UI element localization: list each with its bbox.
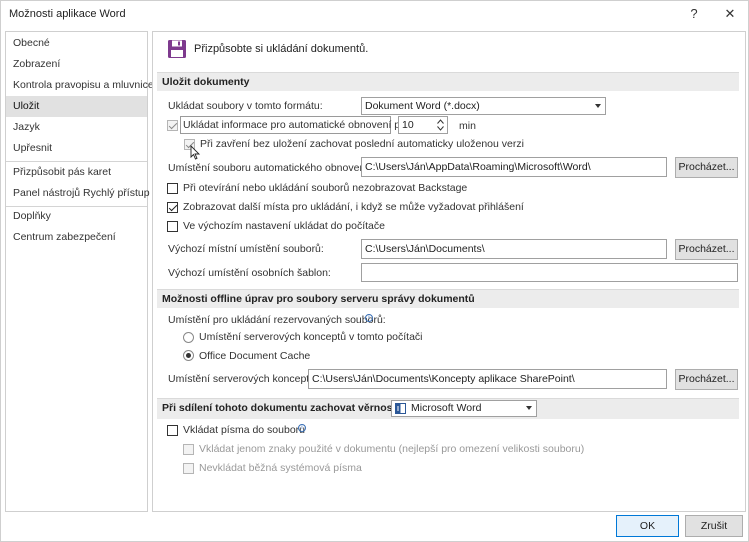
save-options-panel: Přizpůsobte si ukládání dokumentů. Uloži… [152,31,746,512]
chevron-down-icon [526,406,532,410]
info-icon: i [298,424,306,432]
word-document-icon [395,403,406,414]
page-title: Přizpůsobte si ukládání dokumentů. [194,43,369,55]
word-options-dialog: Možnosti aplikace Word ? ✕ Obecné Zobraz… [0,0,749,542]
server-drafts-radio-label: Umístění serverových konceptů v tomto po… [199,331,423,343]
browse-server-drafts-button[interactable]: Procházet... [675,369,738,390]
ok-button[interactable]: OK [616,515,679,537]
autorecover-minutes-spinner[interactable]: 10 [398,116,448,134]
section-header-save-documents: Uložit dokumenty [157,72,739,91]
sidebar-item-language[interactable]: Jazyk [6,117,147,138]
info-icon: i [365,314,373,322]
help-icon[interactable]: ? [681,4,707,24]
save-format-dropdown[interactable]: Dokument Word (*.docx) [361,97,606,115]
embed-fonts-label: Vkládat písma do souboru [183,424,305,436]
sidebar-item-customize-ribbon[interactable]: Přizpůsobit pás karet [6,162,147,183]
default-local-location-input[interactable]: C:\Users\Ján\Documents\ [361,239,667,259]
section-header-offline-editing: Možnosti offline úprav pro soubory serve… [157,289,739,308]
sidebar-item-save[interactable]: Uložit [6,96,147,117]
autorecover-checkbox[interactable] [167,120,178,131]
cancel-button[interactable]: Zrušit [685,515,743,537]
autorecover-minutes-value: 10 [402,119,414,131]
autorecover-location-input[interactable]: C:\Users\Ján\AppData\Roaming\Microsoft\W… [361,157,667,177]
no-backstage-checkbox[interactable] [167,183,178,194]
embed-fonts-checkbox[interactable] [167,425,178,436]
save-to-computer-label: Ve výchozím nastavení ukládat do počítač… [183,220,385,232]
dialog-title: Možnosti aplikace Word [9,8,126,20]
chevron-down-icon [595,104,601,108]
sidebar-item-quick-access-toolbar[interactable]: Panel nástrojů Rychlý přístup [6,183,150,204]
close-icon[interactable]: ✕ [717,4,743,24]
browse-default-local-button[interactable]: Procházet... [675,239,738,260]
save-to-computer-checkbox[interactable] [167,221,178,232]
category-sidebar: Obecné Zobrazení Kontrola pravopisu a ml… [5,31,154,512]
dialog-footer: OK Zrušit [1,513,748,541]
sidebar-item-addins[interactable]: Doplňky [6,206,147,227]
sidebar-item-general[interactable]: Obecné [6,33,147,54]
server-drafts-location-label: Umístění serverových konceptů: [168,373,318,385]
save-format-label: Ukládat soubory v tomto formátu: [168,100,323,112]
embed-used-chars-checkbox[interactable] [183,444,194,455]
personal-templates-input[interactable] [361,263,738,282]
fidelity-document-value: Microsoft Word [411,402,482,414]
sidebar-item-proofing[interactable]: Kontrola pravopisu a mluvnice [6,75,154,96]
show-additional-places-checkbox[interactable] [167,202,178,213]
title-bar: Možnosti aplikace Word ? ✕ [1,1,748,27]
keep-last-autosaved-label: Při zavření bez uložení zachovat posledn… [200,138,524,150]
spinner-arrows-icon[interactable] [437,119,444,131]
no-backstage-label: Při otevírání nebo ukládání souborů nezo… [183,182,468,194]
office-cache-radio-label: Office Document Cache [199,350,311,362]
autorecover-location-label: Umístění souboru automatického obnovení: [168,162,372,174]
server-drafts-radio[interactable] [183,332,194,343]
fidelity-section-title: Při sdílení tohoto dokumentu zachovat vě… [162,402,400,414]
floppy-disk-icon [168,40,186,58]
embed-used-chars-label: Vkládat jenom znaky použité v dokumentu … [199,443,585,455]
show-additional-places-label: Zobrazovat další místa pro ukládání, i k… [183,201,524,213]
autorecover-label: Ukládat informace pro automatické obnove… [183,119,406,131]
sidebar-item-trust-center[interactable]: Centrum zabezpečení [6,227,147,248]
server-drafts-location-input[interactable]: C:\Users\Ján\Documents\Koncepty aplikace… [308,369,667,389]
checked-out-location-label: Umístění pro ukládání rezervovaných soub… [168,314,386,326]
office-cache-radio[interactable] [183,350,194,361]
vertical-scrollbar[interactable] [739,32,745,511]
save-format-value: Dokument Word (*.docx) [365,100,480,112]
personal-templates-label: Výchozí umístění osobních šablon: [168,267,331,279]
no-common-fonts-checkbox[interactable] [183,463,194,474]
sidebar-item-display[interactable]: Zobrazení [6,54,147,75]
browse-autorecover-button[interactable]: Procházet... [675,157,738,178]
minutes-unit-label: min [459,120,476,132]
fidelity-document-dropdown[interactable]: Microsoft Word [391,400,537,417]
sidebar-item-advanced[interactable]: Upřesnit [6,138,147,159]
mouse-pointer-icon [190,145,201,160]
no-common-fonts-label: Nevkládat běžná systémová písma [199,462,362,474]
default-local-location-label: Výchozí místní umístění souborů: [168,243,324,255]
